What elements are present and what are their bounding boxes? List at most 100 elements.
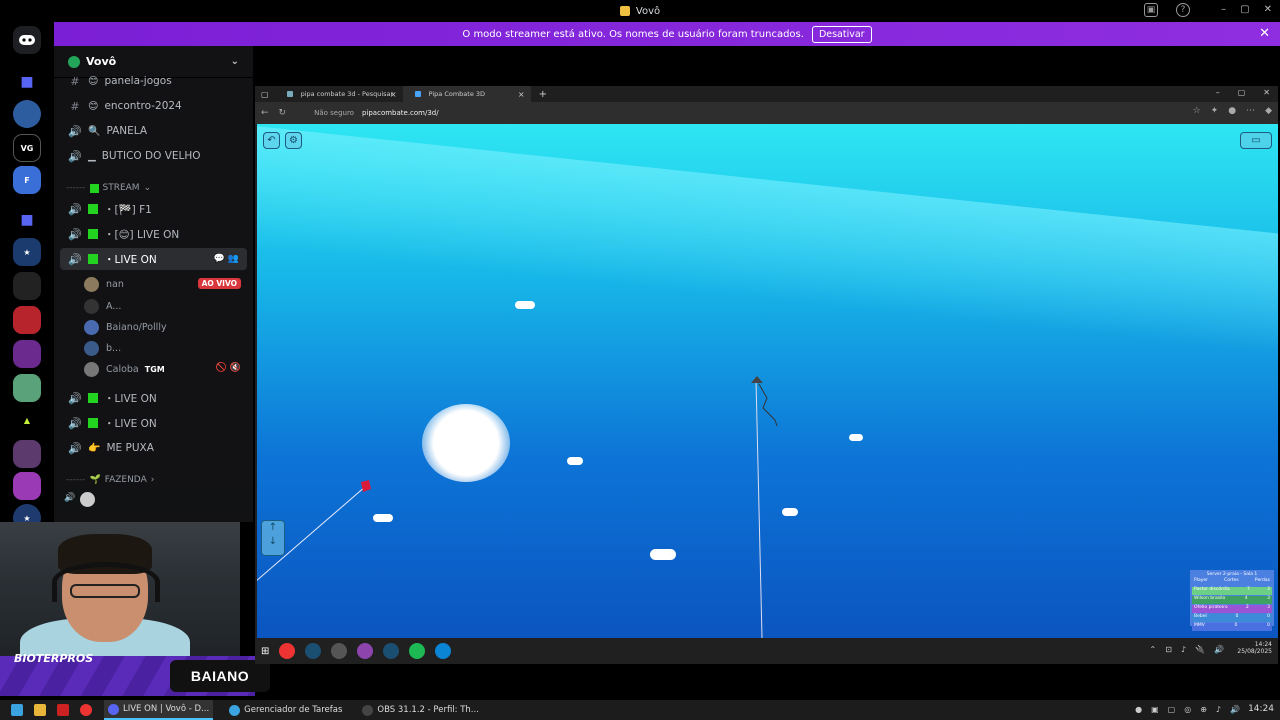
server-icon-2[interactable]: VG [13,134,41,162]
channel-item[interactable]: 🔊 👉 ME PUXA [60,437,247,459]
server-name: Vovô [86,55,117,68]
channel-item[interactable]: # 😊 panela-jogos [60,70,247,92]
channel-item-active[interactable]: 🔊 ・LIVE ON 💬 👥 [60,248,247,270]
channel-label: ・[🏁] F1 [104,203,152,216]
address-bar: ← ↻ Não seguro pipacombate.com/3d/ ☆ ✦ ●… [255,102,1278,124]
avatar [84,361,99,377]
tab-strip: ▢ pipa combate 3d - Pesquisar × Pipa Comb… [255,86,1278,102]
tab-actions-icon[interactable]: ▢ [261,90,269,99]
banner-text: O modo streamer está ativo. Os nomes de … [462,28,804,40]
windows-start-icon[interactable]: ⊞ [261,646,269,657]
folder-icon-2[interactable]: ■ [13,206,41,234]
user-name: Caloba [106,363,139,375]
taskbar-app[interactable]: Gerenciador de Tarefas [225,700,346,720]
browser-maximize-button[interactable]: ▢ [1238,88,1246,97]
server-icon-5[interactable] [13,272,41,300]
vm-taskbar: ⊞ ⌃ ⊡ ♪ 🔌 🔊 14:24 25/08/2025 [255,638,1278,664]
avatar[interactable] [80,492,95,507]
steam-icon-2[interactable] [383,643,400,659]
channel-item[interactable]: 🔊 ▁ BUTICO DO VELHO [60,145,247,167]
category-stream[interactable]: ------ STREAM ⌄ [66,183,151,193]
voice-user[interactable]: A... [84,297,121,315]
voice-user[interactable]: Caloba TGM [84,360,165,378]
app-icon[interactable] [357,643,374,659]
game-favicon-icon [414,91,421,97]
chrome-icon[interactable] [80,704,92,716]
favorite-star-icon[interactable]: ☆ [1193,106,1201,116]
help-icon[interactable]: ? [1176,3,1190,17]
search-favicon-icon [286,91,293,97]
category-fazenda[interactable]: ------ 🌱 FAZENDA › [66,475,154,485]
browser-close-button[interactable]: ✕ [1263,88,1270,97]
server-icon-8[interactable] [13,374,41,402]
spotify-icon[interactable] [409,643,426,659]
channel-item[interactable]: 🔊 ・LIVE ON [60,387,247,409]
server-icon-7[interactable] [13,340,41,368]
obs-icon[interactable] [331,643,348,659]
game-canvas[interactable]: ↶ ⚙ ▭ ↑ ↓ Server 2-praia - Sala 1 Player… [257,124,1278,638]
minimize-button[interactable]: – [1221,4,1226,15]
channel-item[interactable]: 🔊 ・[🏁] F1 [60,198,247,220]
folder-icon[interactable]: ■ [13,68,41,96]
new-tab-button[interactable]: + [539,89,547,100]
voice-user[interactable]: Baiano/Pollly [84,318,167,336]
altitude-control[interactable]: ↑ ↓ [261,520,285,556]
disable-streamer-button[interactable]: Desativar [811,25,872,43]
stream-video-top [253,46,1280,86]
steam-icon[interactable] [305,643,322,659]
server-icon-10[interactable] [13,440,41,468]
discord-home-icon[interactable] [13,26,41,54]
server-icon-9[interactable]: ▲ [13,406,41,434]
close-button[interactable]: ✕ [1264,4,1272,15]
voice-user[interactable]: nan [84,275,124,293]
verified-icon [68,55,80,68]
webcam-overlay [0,522,240,660]
server-icon-6[interactable] [13,306,41,334]
server-icon-3[interactable]: F [13,166,41,194]
taskbar-app[interactable]: OBS 31.1.2 - Perfil: Th... [358,700,483,720]
edge-icon[interactable] [435,643,452,659]
extensions-icon[interactable]: ✦ [1211,106,1219,116]
opera-icon[interactable] [57,704,69,716]
server-icon-11[interactable] [13,472,41,500]
host-clock: 14:24 [1248,704,1274,714]
channel-label: ・LIVE ON [104,392,157,405]
copilot-icon[interactable]: ◆ [1265,106,1272,116]
browser-window: ▢ pipa combate 3d - Pesquisar × Pipa Comb… [255,86,1278,638]
channel-emoji: 👉 [88,442,101,454]
tab-game[interactable]: Pipa Combate 3D × [402,86,531,102]
taskbar-app[interactable]: LIVE ON | Vovô - D... [104,700,214,720]
channel-item[interactable]: 🔊 ・[😊] LIVE ON [60,223,247,245]
close-tab-icon[interactable]: × [390,90,397,99]
maximize-button[interactable]: ▢ [1240,4,1249,15]
profile-icon[interactable]: ● [1228,106,1236,116]
voice-status-strip: 🔊 [54,488,253,512]
back-icon[interactable]: ← [261,108,269,118]
channel-item[interactable]: 🔊 ・LIVE ON [60,412,247,434]
avatar [84,319,99,335]
file-explorer-icon[interactable] [34,704,46,716]
voice-user[interactable]: b... [84,339,121,357]
app-icon [362,704,374,716]
not-secure-label[interactable]: Não seguro [314,109,354,117]
channel-item[interactable]: 🔊 🔍 PANELA [60,120,247,142]
browser-minimize-button[interactable]: – [1216,88,1220,97]
inbox-icon[interactable]: ▣ [1144,3,1158,17]
server-icon-4[interactable]: ★ [13,238,41,266]
windows-start-icon[interactable] [11,704,23,716]
score-cell: 2 [1245,605,1249,610]
host-taskbar: LIVE ON | Vovô - D... Gerenciador de Tare… [0,700,1280,720]
server-icon-1[interactable] [13,100,41,128]
close-tab-icon[interactable]: × [518,90,525,99]
chrome-icon[interactable] [279,643,296,659]
channel-item[interactable]: # 😊 encontro-2024 [60,95,247,117]
vm-tray: ⌃ ⊡ ♪ 🔌 🔊 [1149,645,1224,654]
tab-search[interactable]: pipa combate 3d - Pesquisar × [275,86,403,102]
speaker-icon[interactable]: 🔊 [64,493,75,503]
chat-and-invite-icons[interactable]: 💬 👥 [214,254,239,264]
user-name: nan [106,278,124,290]
reload-icon[interactable]: ↻ [279,108,287,118]
menu-icon[interactable]: ⋯ [1246,106,1255,116]
close-banner-icon[interactable]: ✕ [1259,26,1270,41]
url-field[interactable]: pipacombate.com/3d/ [362,109,439,117]
